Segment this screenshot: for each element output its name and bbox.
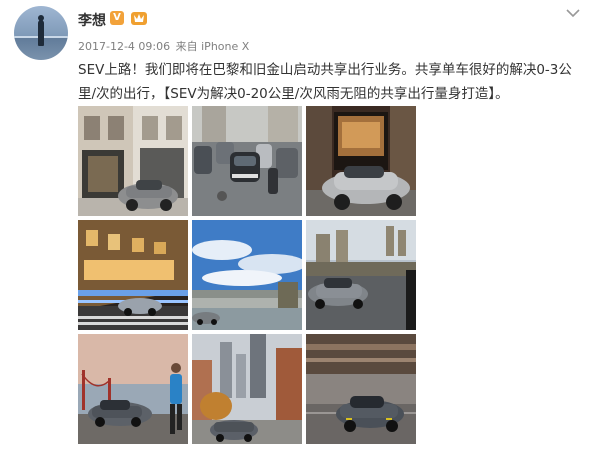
verified-badge-icon[interactable]: V bbox=[110, 11, 124, 25]
avatar-person bbox=[38, 20, 44, 46]
photo-3[interactable] bbox=[306, 106, 416, 216]
post-meta: 2017-12-4 09:06 来自 iPhone X bbox=[78, 38, 249, 54]
photo-5[interactable] bbox=[192, 220, 302, 330]
post-source[interactable]: iPhone X bbox=[201, 40, 249, 53]
photo-6[interactable] bbox=[306, 220, 416, 330]
photo-9[interactable] bbox=[306, 334, 416, 444]
photo-1[interactable] bbox=[78, 106, 188, 216]
level-badge-icon[interactable] bbox=[130, 9, 148, 27]
photo-2[interactable] bbox=[192, 106, 302, 216]
photo-7[interactable] bbox=[78, 334, 188, 444]
post-text: SEV上路！我们即将在巴黎和旧金山启动共享出行业务。共享单车很好的解决0-3公里… bbox=[78, 62, 572, 102]
photo-8[interactable] bbox=[192, 334, 302, 444]
photo-4[interactable] bbox=[78, 220, 188, 330]
avatar[interactable] bbox=[14, 6, 68, 60]
post-time[interactable]: 2017-12-4 09:06 bbox=[78, 40, 170, 53]
chevron-down-icon[interactable] bbox=[564, 6, 582, 20]
username[interactable]: 李想 bbox=[78, 10, 106, 30]
source-prefix: 来自 bbox=[175, 40, 198, 53]
